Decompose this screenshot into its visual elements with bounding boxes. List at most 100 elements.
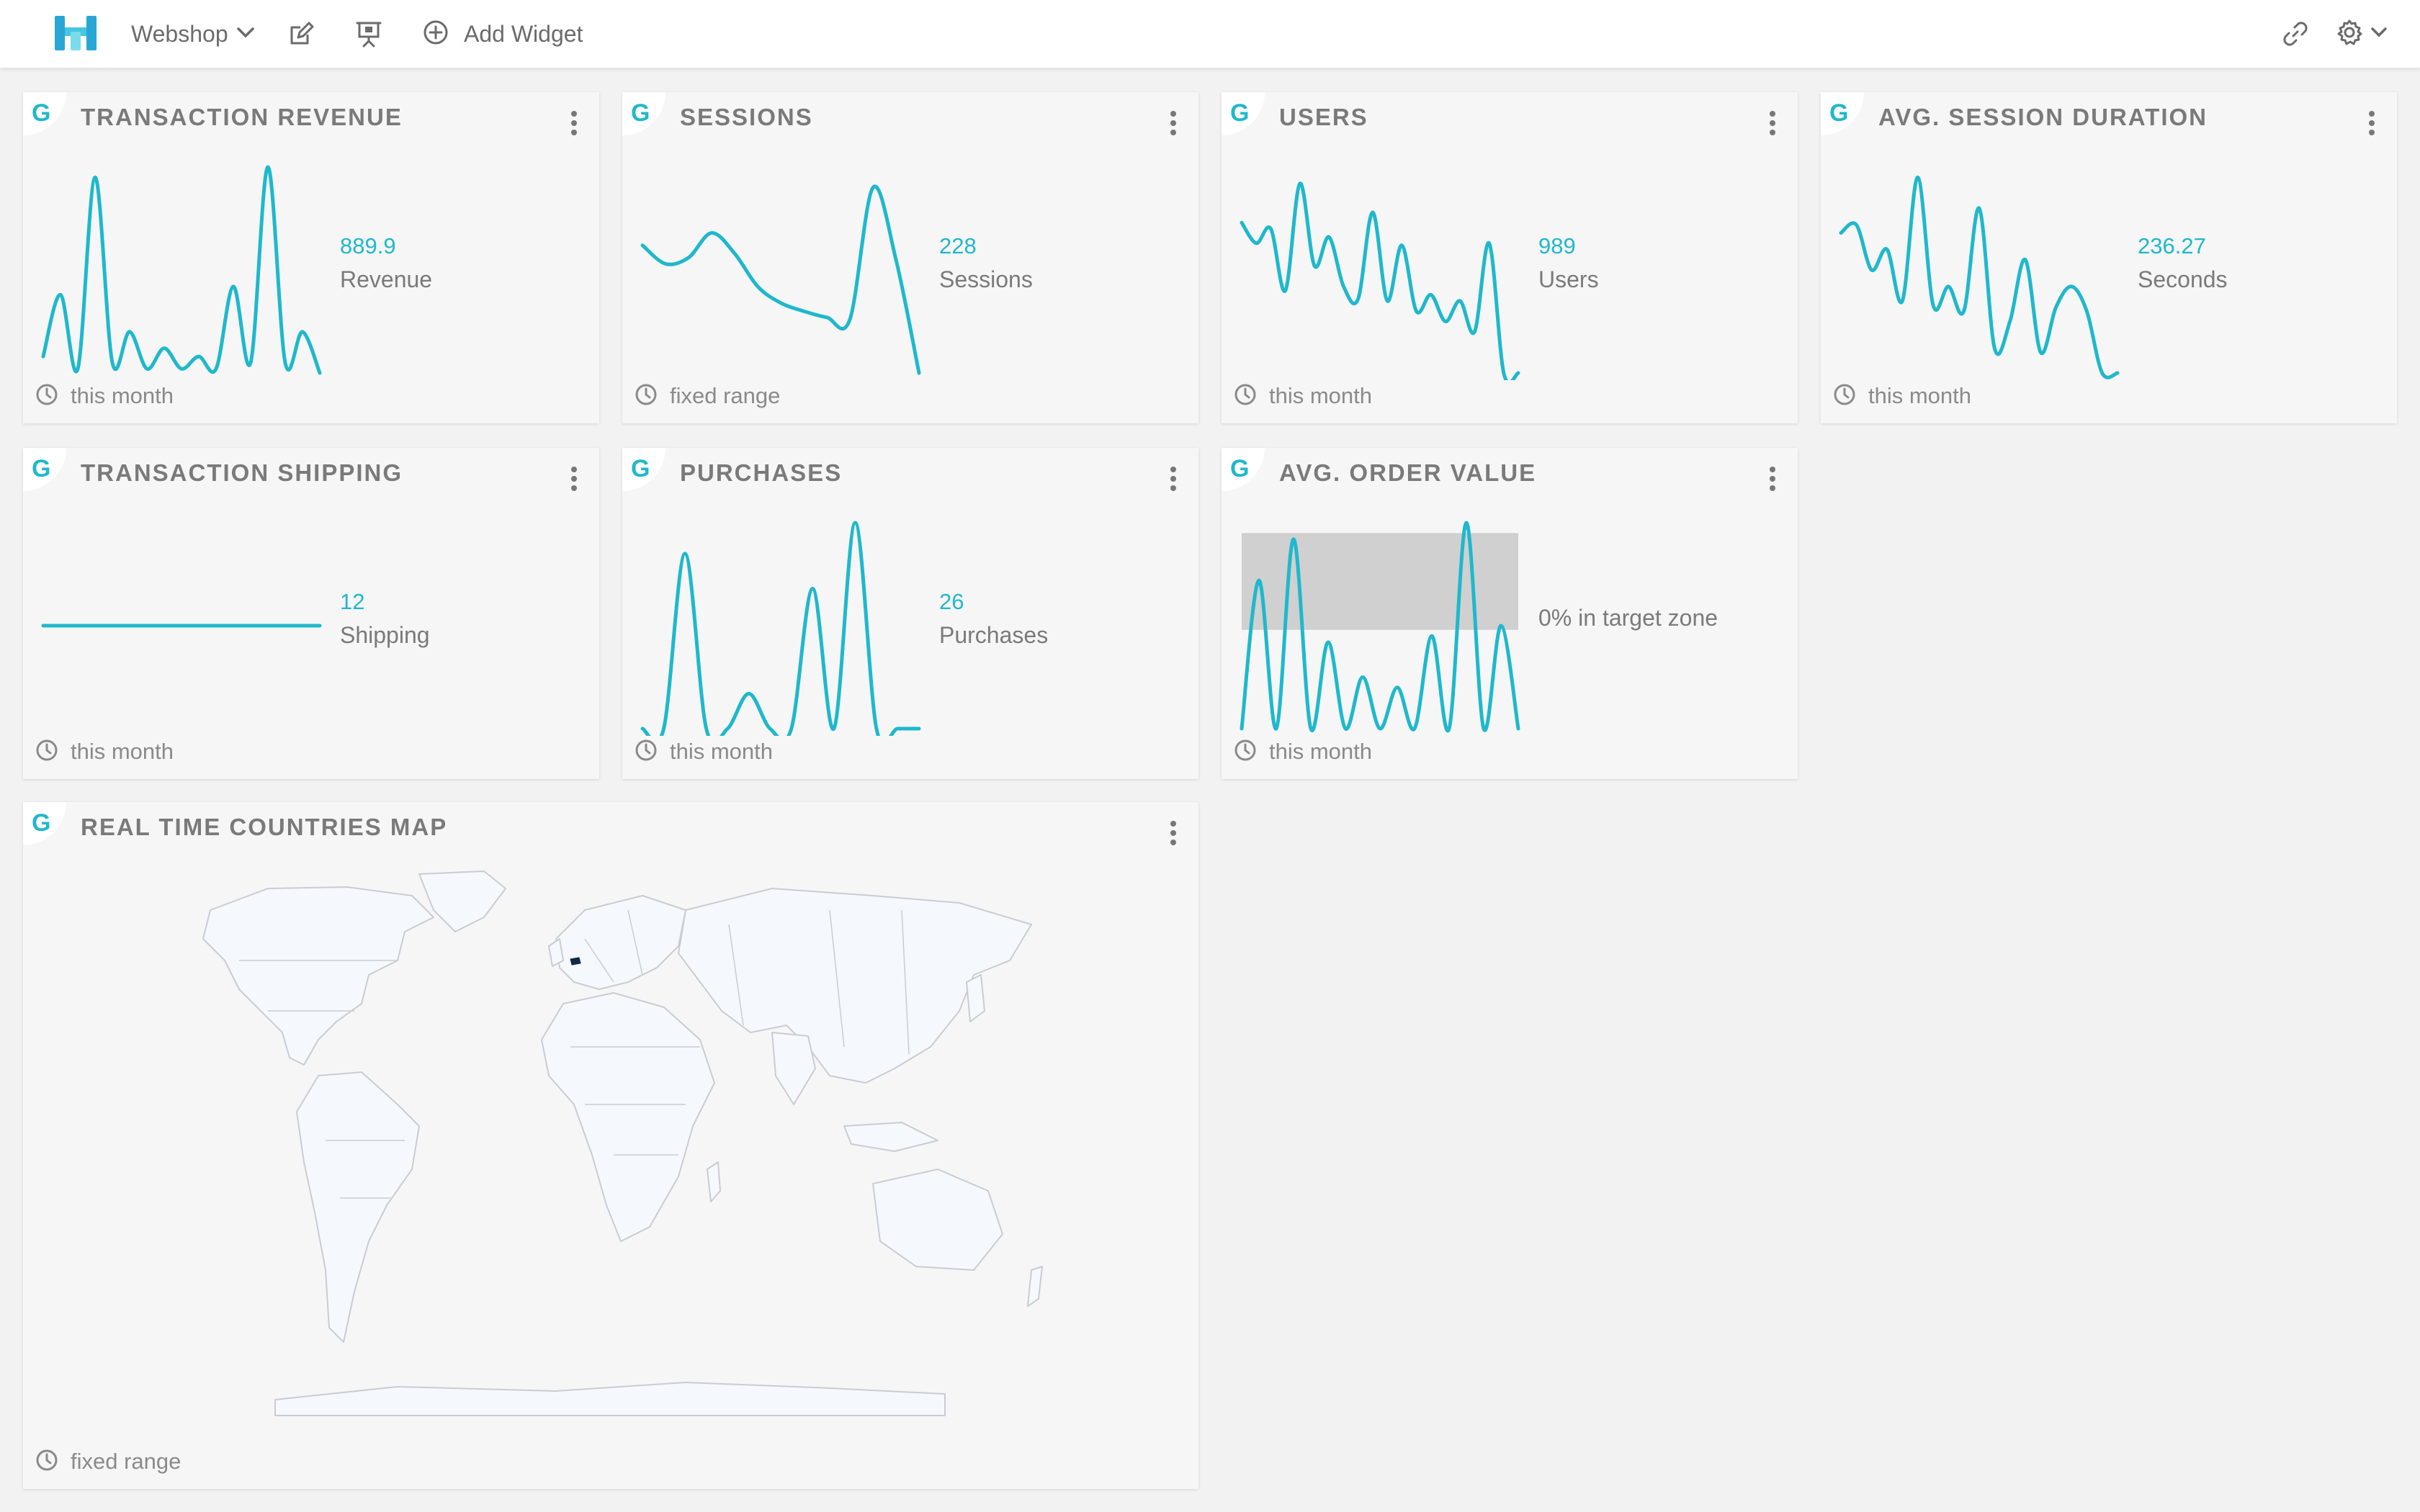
target-zone-band (1242, 533, 1518, 630)
time-range-label: this month (71, 739, 174, 764)
widget-footer: this month (35, 382, 174, 410)
svg-text:G: G (631, 99, 650, 127)
presentation-icon[interactable] (353, 17, 385, 50)
svg-text:G: G (32, 809, 50, 837)
top-toolbar: Webshop Add Widget (0, 0, 2420, 68)
widget-title: SESSIONS (680, 104, 813, 130)
google-analytics-icon: G (23, 802, 86, 865)
sparkline-series (1839, 175, 2120, 379)
google-analytics-icon: G (23, 92, 86, 156)
sparkline-chart (41, 165, 322, 375)
widget-purchases[interactable]: G PURCHASES 26 Purchases this month (622, 448, 1198, 779)
sparkline-chart (640, 521, 921, 736)
map-japan (966, 974, 985, 1022)
more-vertical-icon[interactable] (563, 107, 585, 140)
widget-footer: this month (35, 737, 174, 766)
google-analytics-icon: G (1222, 92, 1285, 156)
sparkline-chart (1839, 175, 2120, 379)
more-vertical-icon[interactable] (1162, 816, 1184, 850)
clock-icon (1233, 382, 1258, 410)
widget-value: 26 (939, 589, 964, 614)
map-madagascar (707, 1161, 721, 1202)
svg-text:G: G (1230, 455, 1249, 482)
widget-value: 12 (340, 589, 365, 614)
clock-icon (35, 1448, 59, 1476)
widget-title: REAL TIME COUNTRIES MAP (81, 814, 448, 840)
gear-icon (2335, 18, 2364, 50)
widget-users[interactable]: G USERS 989 Users this month (1222, 92, 1798, 423)
add-widget-button[interactable]: Add Widget (422, 16, 583, 52)
widget-value: 989 (1538, 233, 1576, 258)
sparkline-chart (1240, 181, 1520, 380)
time-range-label: this month (1868, 383, 1972, 408)
svg-text:G: G (32, 455, 50, 482)
time-range-label: fixed range (71, 1449, 182, 1474)
more-vertical-icon[interactable] (563, 462, 585, 495)
target-zone-label: 0% in target zone (1538, 605, 1718, 631)
svg-text:G: G (32, 99, 50, 127)
more-vertical-icon[interactable] (1162, 462, 1184, 495)
widget-value: 889.9 (340, 233, 396, 258)
link-icon[interactable] (2279, 17, 2312, 50)
map-indonesia (843, 1122, 938, 1152)
widget-title: PURCHASES (680, 459, 843, 486)
clock-icon (634, 382, 658, 410)
map-new-zealand (1027, 1266, 1043, 1307)
app-logo-icon[interactable] (50, 10, 101, 56)
svg-text:G: G (1230, 99, 1249, 127)
sparkline-chart (1240, 521, 1520, 733)
chevron-down-icon (236, 25, 256, 43)
time-range-label: this month (71, 383, 174, 408)
map-india (771, 1032, 816, 1105)
google-analytics-icon: G (622, 448, 686, 511)
sparkline-chart (640, 184, 921, 375)
map-antarctica (274, 1382, 946, 1416)
plus-circle-icon (422, 19, 449, 50)
map-australia (872, 1169, 1003, 1271)
world-map[interactable] (182, 867, 1060, 1428)
more-vertical-icon[interactable] (2361, 107, 2383, 140)
chevron-down-icon (2370, 26, 2388, 42)
more-vertical-icon[interactable] (1762, 107, 1783, 140)
widget-unit: Shipping (340, 622, 430, 648)
widget-unit: Revenue (340, 266, 433, 292)
widget-real-time-countries-map[interactable]: G REAL TIME COUNTRIES MAP fixed range (23, 802, 1198, 1489)
svg-text:G: G (1829, 99, 1848, 127)
widget-footer: fixed range (634, 382, 780, 410)
widget-footer: fixed range (35, 1447, 181, 1476)
map-africa (541, 992, 715, 1242)
edit-icon[interactable] (285, 17, 317, 50)
sparkline-series (41, 165, 322, 375)
time-range-label: this month (670, 739, 774, 764)
widget-title: AVG. SESSION DURATION (1878, 104, 2208, 130)
clock-icon (35, 382, 59, 410)
clock-icon (1832, 382, 1857, 410)
widget-unit: Purchases (939, 622, 1049, 648)
dashboard-selector[interactable]: Webshop (131, 17, 256, 50)
widget-unit: Seconds (2138, 266, 2228, 292)
map-south-america (296, 1071, 420, 1343)
google-analytics-icon: G (23, 448, 86, 511)
widget-footer: this month (1832, 382, 1971, 410)
widget-title: TRANSACTION SHIPPING (81, 459, 403, 486)
sparkline-series (640, 521, 921, 736)
widget-value: 236.27 (2138, 233, 2206, 258)
svg-text:G: G (631, 455, 650, 482)
widget-transaction-revenue[interactable]: G TRANSACTION REVENUE 889.9 Revenue this… (23, 92, 599, 423)
more-vertical-icon[interactable] (1162, 107, 1184, 140)
widget-unit: Users (1538, 266, 1599, 292)
google-analytics-icon: G (1222, 448, 1285, 511)
widget-value: 228 (939, 233, 977, 258)
widget-avg-order-value[interactable]: G AVG. ORDER VALUE 0% in target zone thi… (1222, 448, 1798, 779)
time-range-label: this month (1269, 383, 1373, 408)
widget-avg-session-duration[interactable]: G AVG. SESSION DURATION 236.27 Seconds t… (1821, 92, 2397, 423)
sparkline-series (640, 184, 921, 375)
more-vertical-icon[interactable] (1762, 462, 1783, 495)
widget-sessions[interactable]: G SESSIONS 228 Sessions fixed range (622, 92, 1198, 423)
widget-transaction-shipping[interactable]: G TRANSACTION SHIPPING 12 Shipping this … (23, 448, 599, 779)
widget-unit: Sessions (939, 266, 1033, 292)
widget-footer: this month (1233, 737, 1372, 766)
widget-footer: this month (634, 737, 773, 766)
clock-icon (35, 738, 59, 766)
settings-menu[interactable] (2331, 17, 2393, 50)
